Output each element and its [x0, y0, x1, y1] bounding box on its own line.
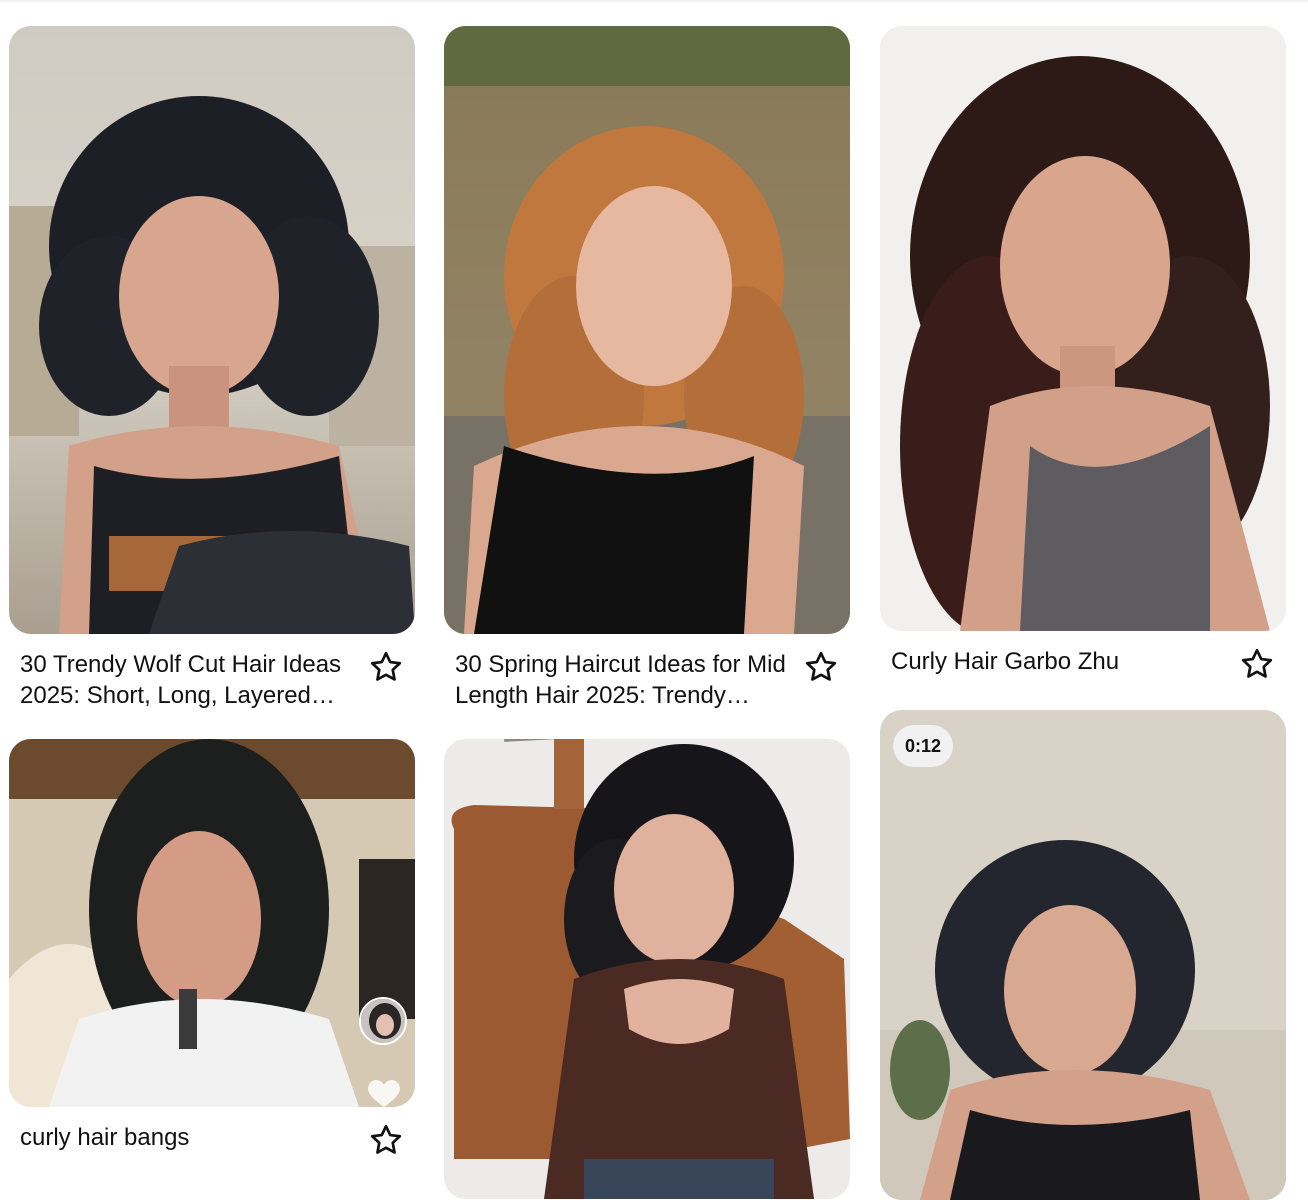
heart-icon[interactable] [366, 1075, 402, 1109]
pin-photo-6 [880, 710, 1286, 1200]
save-star-icon-3[interactable] [1239, 646, 1275, 682]
pin-photo-4 [9, 739, 415, 1107]
pin-photo-1 [9, 26, 415, 634]
pin-image-6[interactable] [880, 710, 1286, 1200]
pin-title-1[interactable]: 30 Trendy Wolf Cut Hair Ideas 2025: Shor… [20, 649, 355, 711]
pin-title-2[interactable]: 30 Spring Haircut Ideas for Mid Length H… [455, 649, 790, 711]
creator-avatar[interactable] [359, 997, 407, 1045]
pin-image-3[interactable] [880, 26, 1286, 631]
pin-photo-2 [444, 26, 850, 634]
pin-photo-5 [444, 739, 850, 1199]
pin-title-4[interactable]: curly hair bangs [20, 1122, 355, 1153]
pin-photo-3 [880, 26, 1286, 631]
pin-image-4[interactable] [9, 739, 415, 1107]
pin-title-3[interactable]: Curly Hair Garbo Zhu [891, 646, 1226, 677]
video-duration-badge: 0:12 [893, 725, 954, 767]
top-divider [0, 0, 1308, 4]
pin-image-5[interactable] [444, 739, 850, 1199]
save-star-icon-4[interactable] [368, 1122, 404, 1158]
pin-image-2[interactable] [444, 26, 850, 634]
save-star-icon-1[interactable] [368, 649, 404, 685]
pin-image-1[interactable] [9, 26, 415, 634]
save-star-icon-2[interactable] [803, 649, 839, 685]
